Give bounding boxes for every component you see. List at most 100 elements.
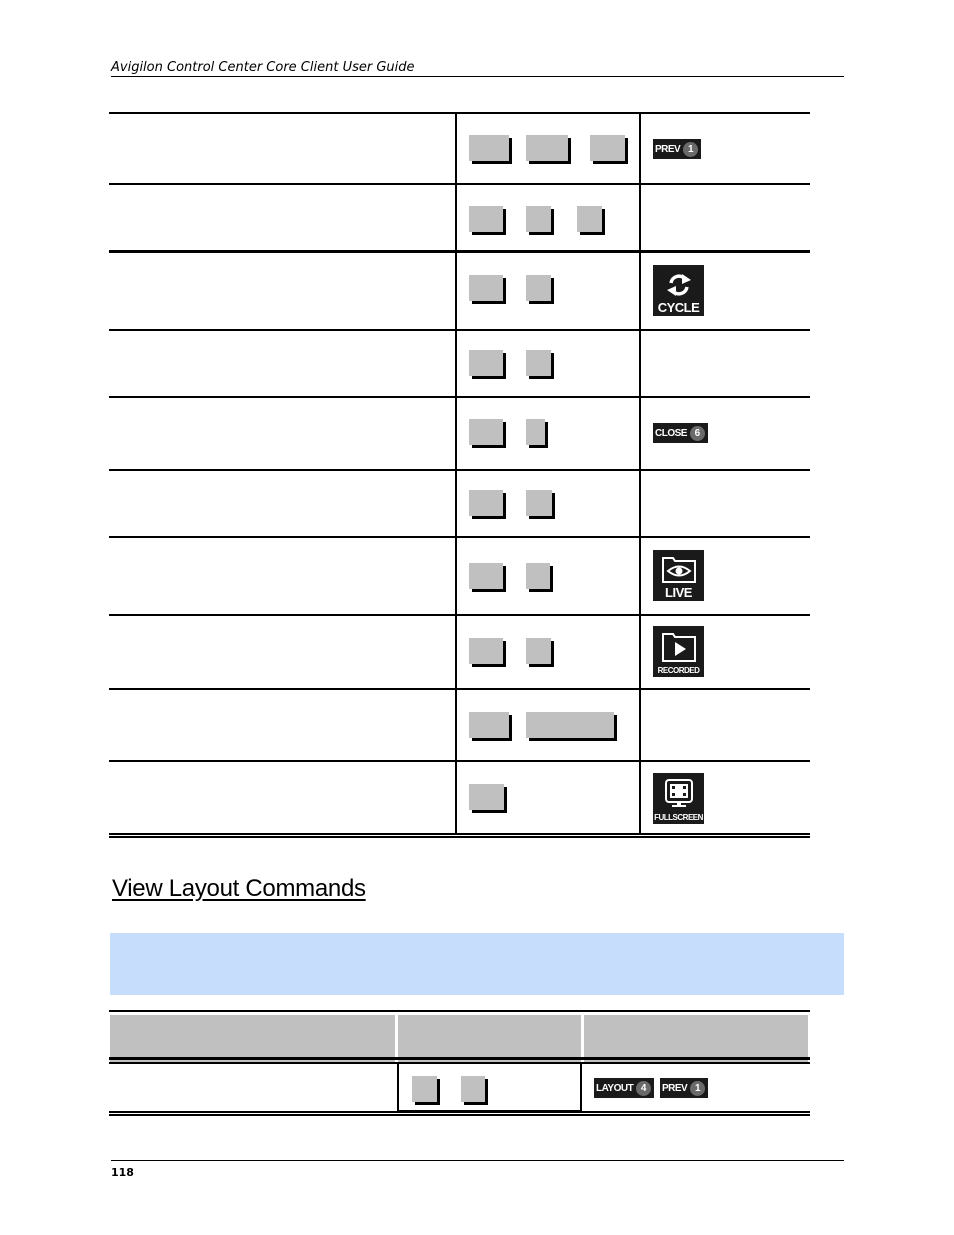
shortcut-keys <box>455 185 641 250</box>
command-description <box>109 398 455 469</box>
shortcut-keys <box>455 253 641 329</box>
shortcut-keys <box>455 690 641 760</box>
shortcut-keys <box>455 114 641 183</box>
keycap <box>469 135 509 161</box>
shortcut-keys <box>455 538 641 614</box>
icon-label: LAYOUT <box>596 1082 634 1094</box>
keycap <box>577 206 602 232</box>
fullscreen-icon: FULLSCREEN <box>653 773 704 824</box>
keycap <box>469 206 503 232</box>
joystick-button: PREV 1 <box>641 114 810 183</box>
command-description <box>109 331 455 396</box>
keycap <box>469 712 509 738</box>
document-title: Avigilon Control Center Core Client User… <box>111 60 415 75</box>
shortcut-keys <box>397 1064 582 1112</box>
shortcut-keys <box>455 762 641 833</box>
icon-label: PREV <box>655 143 681 155</box>
table-row <box>109 183 810 250</box>
icon-label: PREV <box>662 1082 688 1094</box>
joystick-button: FULLSCREEN <box>641 762 810 833</box>
keycap <box>526 350 551 376</box>
keycap <box>469 638 503 664</box>
keycap <box>469 784 504 810</box>
keycap <box>526 275 551 301</box>
column-header <box>398 1015 581 1063</box>
icon-label: CYCLE <box>657 300 700 315</box>
keycap <box>526 206 551 232</box>
command-description <box>109 690 455 760</box>
keycap <box>469 563 503 589</box>
icon-label: CLOSE <box>655 427 687 439</box>
prev-icon: PREV 1 <box>653 139 702 159</box>
icon-number: 1 <box>690 1080 706 1096</box>
monitor-glyph <box>664 779 693 807</box>
keycap <box>526 490 552 516</box>
table-row <box>109 688 810 760</box>
keycap <box>412 1076 437 1102</box>
joystick-button: LIVE <box>641 538 810 614</box>
icon-number: 1 <box>683 141 699 157</box>
joystick-button <box>641 471 810 536</box>
running-header: Avigilon Control Center Core Client User… <box>111 56 844 77</box>
icon-label: RECORDED <box>657 666 700 675</box>
keycap <box>469 275 503 301</box>
keycap <box>590 135 625 161</box>
table-row: CYCLE <box>109 250 810 329</box>
folder-play-glyph <box>661 633 696 662</box>
command-description <box>109 114 455 183</box>
table-row: RECORDED <box>109 614 810 688</box>
icon-number: 6 <box>689 425 705 441</box>
joystick-button <box>641 331 810 396</box>
command-description <box>109 471 455 536</box>
table-top-rule <box>109 1010 810 1012</box>
header-rule <box>109 1057 810 1060</box>
shortcut-keys <box>455 471 641 536</box>
command-description <box>109 253 455 329</box>
shortcut-keys <box>455 331 641 396</box>
close-icon: CLOSE 6 <box>653 423 708 443</box>
table-row: CLOSE 6 <box>109 396 810 469</box>
folder-eye-glyph <box>661 557 696 583</box>
cycle-arrows-glyph <box>666 274 691 296</box>
keycap <box>526 135 568 161</box>
recorded-icon: RECORDED <box>653 626 704 677</box>
joystick-buttons: LAYOUT 4 PREV 1 <box>582 1064 810 1112</box>
keycap <box>526 638 551 664</box>
keycap <box>469 490 503 516</box>
cycle-icon: CYCLE <box>653 265 704 316</box>
table-bottom-rule <box>109 1111 810 1116</box>
joystick-button: RECORDED <box>641 616 810 688</box>
note-box <box>110 933 844 995</box>
command-description <box>109 538 455 614</box>
keycap <box>461 1076 485 1102</box>
command-description <box>109 762 455 833</box>
icon-label: FULLSCREEN <box>654 813 703 822</box>
keycap <box>469 419 503 445</box>
live-icon: LIVE <box>653 550 704 601</box>
shortcut-keys <box>455 398 641 469</box>
command-description <box>109 185 455 250</box>
layout-icon: LAYOUT 4 <box>594 1078 655 1098</box>
table-row: PREV 1 <box>109 112 810 183</box>
table-row: LAYOUT 4 PREV 1 <box>109 1062 810 1112</box>
command-description <box>109 1064 397 1112</box>
joystick-button <box>641 690 810 760</box>
joystick-button: CYCLE <box>641 253 810 329</box>
joystick-button <box>641 185 810 250</box>
keycap <box>526 563 550 589</box>
table-row <box>109 469 810 536</box>
joystick-button: CLOSE 6 <box>641 398 810 469</box>
command-description <box>109 616 455 688</box>
section-heading: View Layout Commands <box>112 875 366 902</box>
table-row: FULLSCREEN <box>109 760 810 833</box>
page-footer: 118 <box>111 1160 844 1183</box>
table-row <box>109 329 810 396</box>
keycap <box>469 350 503 376</box>
column-header <box>110 1015 395 1063</box>
prev-icon: PREV 1 <box>660 1078 709 1098</box>
icon-number: 4 <box>636 1080 652 1096</box>
icon-label: LIVE <box>665 585 692 600</box>
keycap <box>526 419 545 445</box>
table-row: LIVE <box>109 536 810 614</box>
shortcut-keys <box>455 616 641 688</box>
